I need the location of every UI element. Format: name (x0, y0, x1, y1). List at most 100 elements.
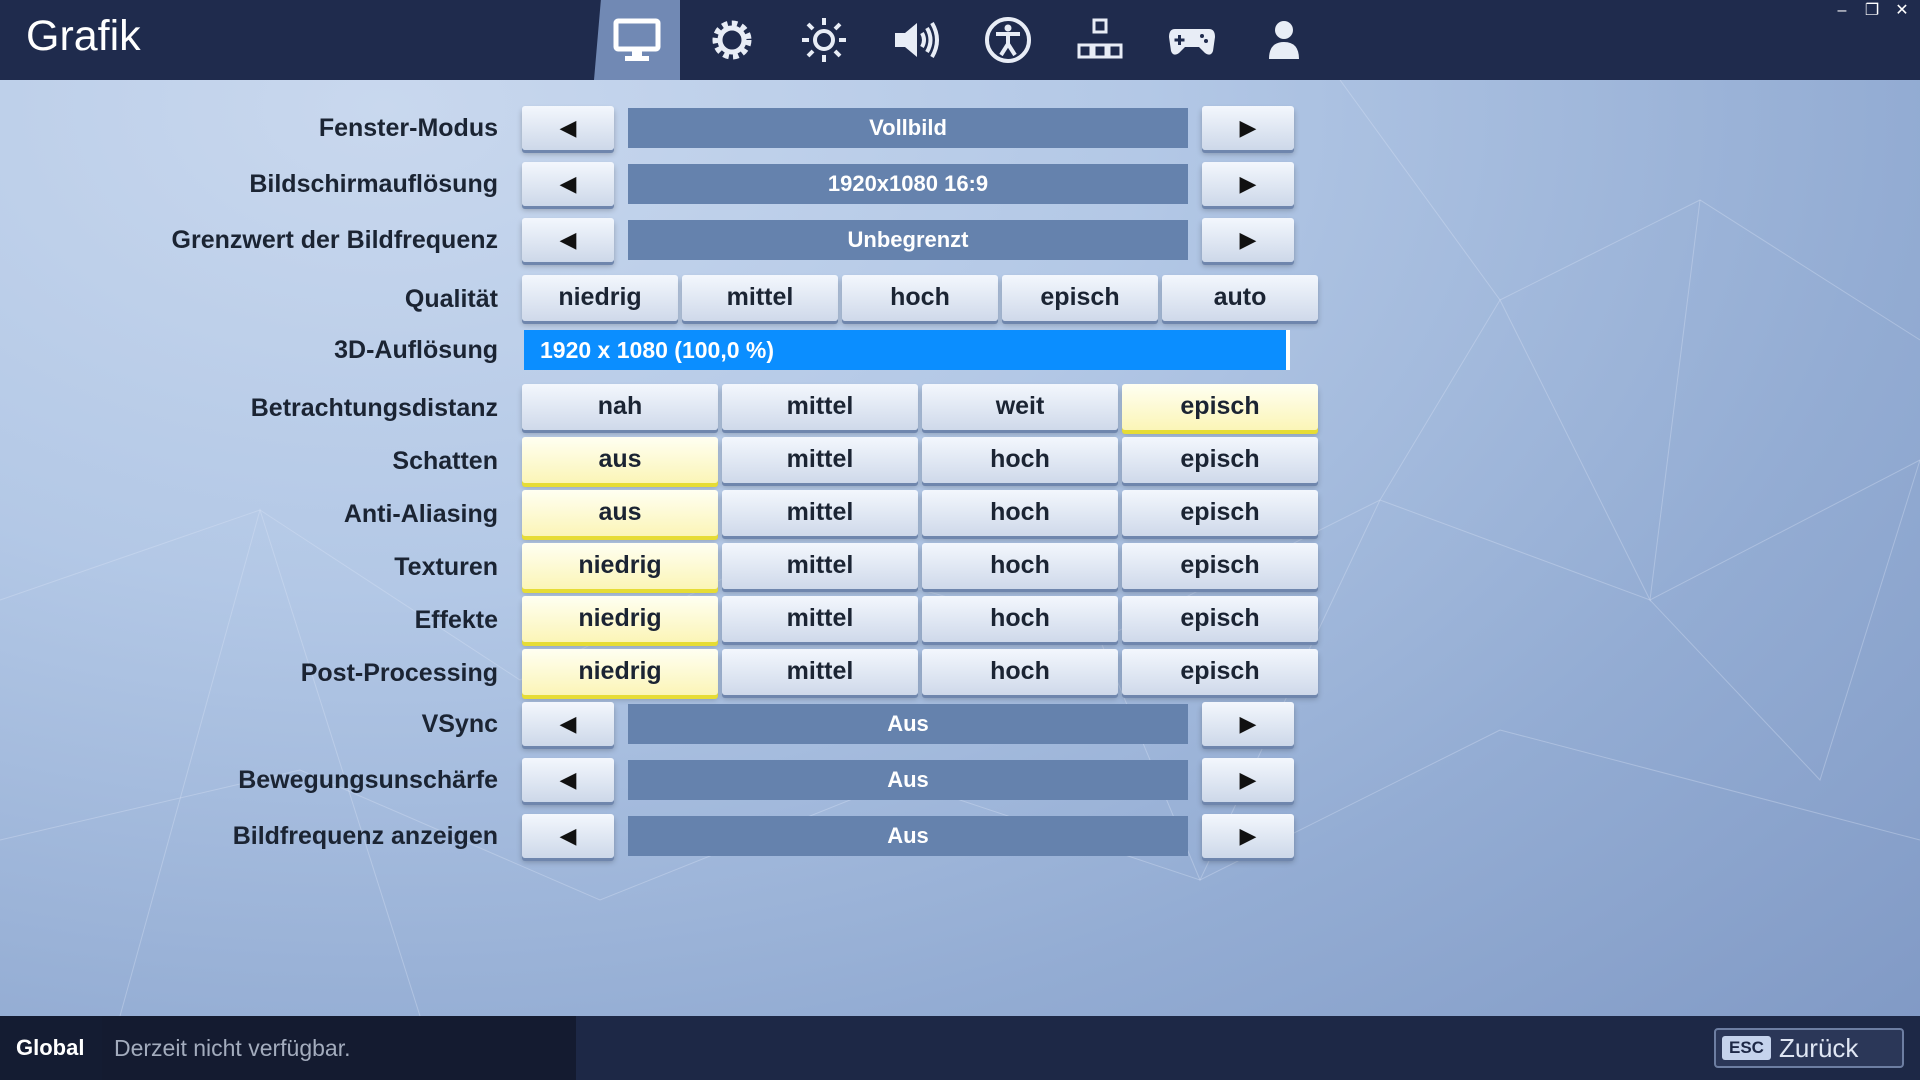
restore-icon[interactable]: ❐ (1864, 2, 1880, 20)
tab-video[interactable] (594, 0, 680, 80)
option-button[interactable]: episch (1122, 384, 1318, 430)
option-group: niedrig mittel hoch episch auto (522, 275, 1318, 321)
setting-value: Aus (628, 760, 1188, 800)
option-button[interactable]: episch (1122, 596, 1318, 642)
speaker-icon (895, 21, 939, 59)
setting-view-distance: Betrachtungsdistanz nah mittel weit epis… (0, 384, 1340, 432)
option-button[interactable]: niedrig (522, 649, 718, 695)
accessibility-icon (985, 17, 1031, 63)
option-button[interactable]: episch (1122, 543, 1318, 589)
option-button[interactable]: niedrig (522, 543, 718, 589)
option-button[interactable]: episch (1122, 437, 1318, 483)
option-button[interactable]: episch (1122, 490, 1318, 536)
option-button[interactable]: hoch (922, 543, 1118, 589)
option-button[interactable]: niedrig (522, 275, 678, 321)
tab-accessibility[interactable] (962, 0, 1054, 80)
tab-game[interactable] (686, 0, 778, 80)
setting-value: Vollbild (628, 108, 1188, 148)
chat-channel[interactable]: Global (0, 1016, 102, 1080)
tab-input[interactable] (1054, 0, 1146, 80)
setting-quality: Qualität niedrig mittel hoch episch auto (0, 275, 1340, 323)
option-button[interactable]: mittel (722, 649, 918, 695)
minimize-icon[interactable]: – (1834, 2, 1850, 20)
setting-value: Aus (628, 704, 1188, 744)
settings-tabs (594, 0, 1330, 80)
tab-account[interactable] (1238, 0, 1330, 80)
setting-vsync: VSync ◀ Aus ▶ (0, 700, 1340, 748)
setting-effects: Effekte niedrig mittel hoch episch (0, 596, 1340, 644)
window-controls: – ❐ ✕ (1834, 2, 1910, 20)
setting-label: Effekte (414, 606, 498, 634)
option-button[interactable]: mittel (722, 543, 918, 589)
tab-controller[interactable] (1146, 0, 1238, 80)
option-button[interactable]: mittel (682, 275, 838, 321)
option-group: niedrig mittel hoch episch (522, 649, 1318, 695)
arrow-right-button[interactable]: ▶ (1202, 106, 1294, 150)
option-group: nah mittel weit episch (522, 384, 1318, 430)
top-bar: Grafik – ❐ ✕ (0, 0, 1920, 80)
setting-label: Fenster-Modus (318, 114, 498, 142)
option-button[interactable]: hoch (922, 649, 1118, 695)
option-button[interactable]: weit (922, 384, 1118, 430)
setting-label: Post-Processing (300, 659, 498, 687)
setting-value: Unbegrenzt (628, 220, 1188, 260)
arrow-left-button[interactable]: ◀ (522, 814, 614, 858)
arrow-left-button[interactable]: ◀ (522, 162, 614, 206)
setting-label: Bildschirmauflösung (249, 170, 498, 198)
option-button[interactable]: niedrig (522, 596, 718, 642)
option-button[interactable]: nah (522, 384, 718, 430)
arrow-left-button[interactable]: ◀ (522, 702, 614, 746)
arrow-left-button[interactable]: ◀ (522, 218, 614, 262)
option-group: aus mittel hoch episch (522, 437, 1318, 483)
back-label: Zurück (1778, 1032, 1859, 1063)
arrow-right-button[interactable]: ▶ (1202, 814, 1294, 858)
option-button[interactable]: hoch (922, 490, 1118, 536)
option-button[interactable]: aus (522, 437, 718, 483)
bottom-bar: Global Derzeit nicht verfügbar. ESC Zurü… (0, 1016, 1920, 1080)
arrow-right-button[interactable]: ▶ (1202, 162, 1294, 206)
option-button[interactable]: aus (522, 490, 718, 536)
setting-label: Texturen (394, 553, 498, 581)
setting-post-processing: Post-Processing niedrig mittel hoch epis… (0, 649, 1340, 697)
page-title: Grafik (26, 12, 141, 60)
setting-value: Aus (628, 816, 1188, 856)
option-button[interactable]: mittel (722, 437, 918, 483)
option-button[interactable]: mittel (722, 384, 918, 430)
option-group: niedrig mittel hoch episch (522, 543, 1318, 589)
setting-shadows: Schatten aus mittel hoch episch (0, 437, 1340, 485)
tab-brightness[interactable] (778, 0, 870, 80)
setting-window-mode: Fenster-Modus ◀ Vollbild ▶ (0, 104, 1340, 152)
setting-label: Bildfrequenz anzeigen (232, 822, 498, 850)
arrow-right-button[interactable]: ▶ (1202, 218, 1294, 262)
option-button[interactable]: hoch (922, 437, 1118, 483)
setting-show-fps: Bildfrequenz anzeigen ◀ Aus ▶ (0, 812, 1340, 860)
setting-3d-resolution: 3D-Auflösung 1920 x 1080 (100,0 %) (0, 326, 1340, 374)
resolution-slider[interactable]: 1920 x 1080 (100,0 %) (524, 330, 1290, 370)
back-button[interactable]: ESC Zurück (1714, 1028, 1904, 1068)
option-group: niedrig mittel hoch episch (522, 596, 1318, 642)
brightness-icon (802, 18, 846, 62)
setting-label: Bewegungsunschärfe (238, 766, 498, 794)
arrow-right-button[interactable]: ▶ (1202, 758, 1294, 802)
tab-audio[interactable] (870, 0, 962, 80)
setting-label: 3D-Auflösung (334, 336, 498, 364)
option-button[interactable]: mittel (722, 490, 918, 536)
arrow-right-button[interactable]: ▶ (1202, 702, 1294, 746)
gear-icon (712, 20, 752, 60)
slider-handle[interactable] (1286, 330, 1290, 370)
option-button[interactable]: hoch (842, 275, 998, 321)
option-button[interactable]: hoch (922, 596, 1118, 642)
option-button[interactable]: episch (1002, 275, 1158, 321)
option-button[interactable]: mittel (722, 596, 918, 642)
option-button[interactable]: episch (1122, 649, 1318, 695)
monitor-icon (613, 18, 661, 61)
chat-status: Derzeit nicht verfügbar. (102, 1016, 576, 1080)
setting-label: Betrachtungsdistanz (250, 394, 498, 422)
close-icon[interactable]: ✕ (1894, 2, 1910, 20)
arrow-left-button[interactable]: ◀ (522, 758, 614, 802)
option-group: aus mittel hoch episch (522, 490, 1318, 536)
slider-value: 1920 x 1080 (100,0 %) (540, 337, 775, 363)
option-button[interactable]: auto (1162, 275, 1318, 321)
arrow-left-button[interactable]: ◀ (522, 106, 614, 150)
setting-motion-blur: Bewegungsunschärfe ◀ Aus ▶ (0, 756, 1340, 804)
